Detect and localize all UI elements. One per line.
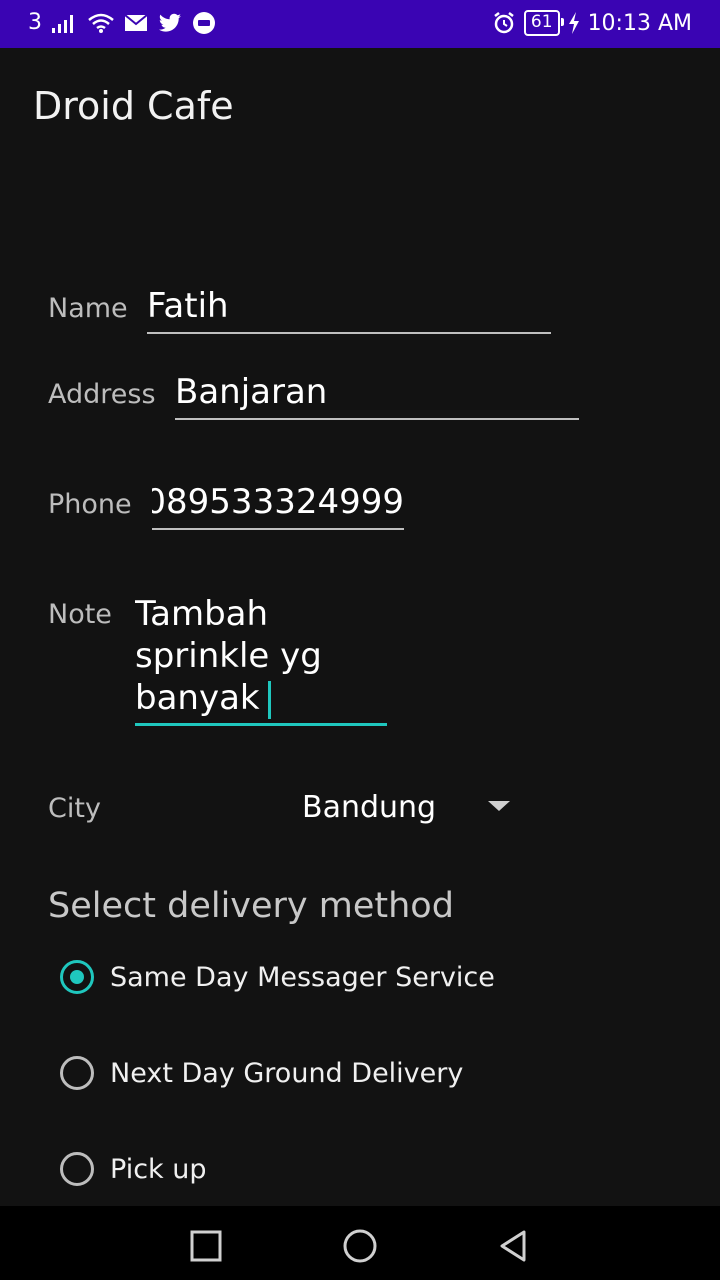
delivery-section-title: Select delivery method — [48, 886, 454, 926]
status-right: 61 10:13 AM — [492, 10, 692, 36]
square-nav-icon[interactable] — [186, 1226, 226, 1266]
status-left: 3 — [28, 10, 216, 35]
note-field[interactable]: Tambah sprinkle yg banyak — [135, 593, 387, 726]
name-label: Name — [48, 293, 128, 324]
dropdown-arrow-icon[interactable] — [488, 801, 510, 811]
radio-label: Next Day Ground Delivery — [110, 1057, 464, 1089]
circle-nav-icon[interactable] — [340, 1226, 380, 1266]
radio-same-day[interactable]: Same Day Messager Service — [60, 955, 495, 999]
text-caret — [267, 680, 271, 719]
address-label: Address — [48, 379, 156, 410]
note-value: Tambah sprinkle yg banyak — [135, 594, 322, 718]
twitter-icon — [159, 13, 181, 32]
address-field[interactable]: Banjaran — [175, 372, 579, 420]
status-bar: 3 61 10:13 AM — [0, 0, 720, 48]
note-label: Note — [48, 599, 112, 630]
phone-field[interactable]: 089533324999 — [152, 482, 404, 530]
radio-label: Same Day Messager Service — [110, 961, 495, 993]
app-title: Droid Cafe — [33, 84, 234, 128]
clock: 10:13 AM — [587, 10, 692, 36]
phone-value: 089533324999 — [152, 482, 404, 522]
name-field[interactable]: Fatih — [147, 286, 551, 334]
wifi-icon — [88, 13, 114, 33]
charging-icon — [568, 12, 579, 34]
battery-indicator: 61 — [523, 10, 564, 36]
message-icon — [193, 11, 215, 34]
radio-button-checked[interactable] — [60, 960, 94, 994]
mail-icon — [124, 13, 148, 31]
city-label: City — [48, 793, 101, 824]
radio-label: Pick up — [110, 1153, 207, 1185]
radio-button[interactable] — [60, 1152, 94, 1186]
radio-pick-up[interactable]: Pick up — [60, 1147, 207, 1191]
navigation-bar — [0, 1206, 720, 1280]
triangle-nav-icon[interactable] — [494, 1226, 534, 1266]
radio-next-day[interactable]: Next Day Ground Delivery — [60, 1051, 463, 1095]
alarm-icon — [494, 12, 514, 34]
city-spinner-value: Bandung — [302, 790, 437, 825]
radio-button[interactable] — [60, 1056, 94, 1090]
app-bar: Droid Cafe — [0, 48, 720, 168]
signal-icon — [52, 14, 73, 33]
phone-label: Phone — [48, 489, 132, 520]
sim-indicator: 3 — [28, 10, 42, 35]
